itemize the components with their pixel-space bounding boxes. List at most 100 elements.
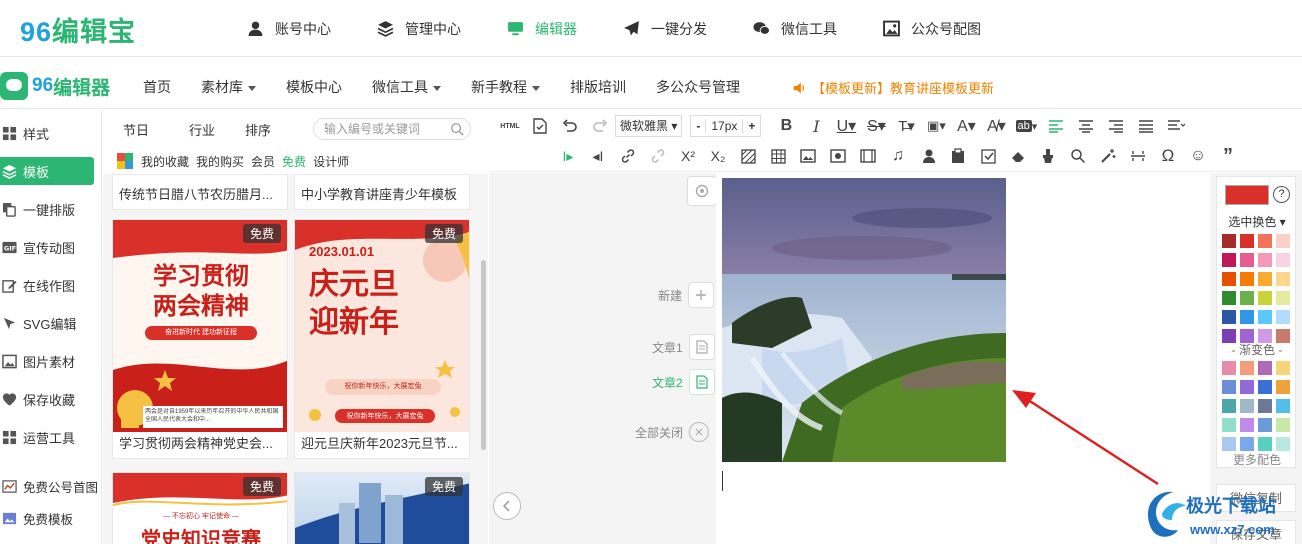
gradient-swatch[interactable] [1240, 399, 1254, 413]
nav-one-click-distribute[interactable]: 一键分发 [623, 0, 707, 57]
tab-sort[interactable]: 排序 [245, 120, 271, 139]
template-card[interactable]: — 不忘初心 牢记使命 — 党史知识竞赛 免费 [112, 472, 288, 544]
nav-official-account-images[interactable]: 公众号配图 [883, 0, 981, 57]
gradient-swatch[interactable] [1258, 380, 1272, 394]
menu-template-center[interactable]: 模板中心 [286, 77, 342, 97]
search-icon[interactable] [450, 122, 464, 136]
special-char-button[interactable]: Ω [1153, 144, 1183, 168]
collapse-panel-button[interactable] [493, 492, 521, 520]
align-center-button[interactable] [1071, 114, 1101, 138]
color-swatch[interactable] [1240, 253, 1254, 267]
sidebar-item-one-click-layout[interactable]: 一键排版 [0, 197, 102, 221]
color-swatch[interactable] [1276, 253, 1290, 267]
filter-my-favorites[interactable]: 我的收藏 [141, 153, 189, 170]
color-swatch[interactable] [1240, 291, 1254, 305]
gradient-swatch[interactable] [1276, 361, 1290, 375]
sidebar-item-svg-editor[interactable]: SVG编辑 [0, 311, 102, 335]
emoji-button[interactable]: ☺ [1183, 144, 1213, 168]
save-doc-button[interactable] [525, 114, 555, 138]
nav-management-center[interactable]: 管理中心 [377, 0, 461, 57]
tab-industry[interactable]: 行业 [189, 120, 215, 139]
template-search-input[interactable]: 输入编号或关键词 [313, 118, 471, 140]
color-swatch[interactable] [1222, 234, 1236, 248]
filter-free[interactable]: 免费 [282, 153, 306, 170]
gradient-swatch[interactable] [1222, 399, 1236, 413]
color-help-icon[interactable]: ? [1273, 186, 1290, 203]
filter-my-purchases[interactable]: 我的购买 [196, 153, 244, 170]
color-swatch[interactable] [1258, 291, 1272, 305]
color-swatch[interactable] [1240, 310, 1254, 324]
eraser-button[interactable] [1003, 144, 1033, 168]
brand-logo[interactable]: 96编辑宝 [20, 10, 136, 49]
color-swatch[interactable] [1240, 234, 1254, 248]
update-notice[interactable]: 【模板更新】教育讲座模板更新 [793, 78, 994, 97]
gradient-swatch[interactable] [1222, 418, 1236, 432]
sidebar-item-online-design[interactable]: 在线作图 [0, 273, 102, 297]
color-swatch[interactable] [1276, 272, 1290, 286]
gradient-swatch[interactable] [1240, 437, 1254, 451]
color-swatch[interactable] [1222, 272, 1236, 286]
link-button[interactable] [613, 144, 643, 168]
sidebar-item-free-cover[interactable]: 免费公号首图 [0, 474, 102, 498]
template-scrollbar[interactable] [481, 260, 486, 450]
tab-festival[interactable]: 节日 [123, 120, 149, 139]
text-background-button[interactable]: ab ▾ [1011, 114, 1041, 138]
menu-multi-account[interactable]: 多公众号管理 [656, 77, 740, 97]
gradient-swatch[interactable] [1258, 361, 1272, 375]
font-color-button[interactable]: A▾ [951, 114, 981, 138]
gradient-swatch[interactable] [1222, 380, 1236, 394]
sidebar-item-saved-favorites[interactable]: 保存收藏 [0, 387, 102, 411]
align-right-button[interactable] [1101, 114, 1131, 138]
font-family-select[interactable]: 微软雅黑 ▾ [615, 115, 683, 137]
sidebar-item-image-material[interactable]: 图片素材 [0, 349, 102, 373]
inserted-photo[interactable] [722, 178, 1006, 462]
sidebar-item-operation-tools[interactable]: 运营工具 [0, 425, 102, 449]
color-swatch[interactable] [1276, 310, 1290, 324]
insert-image-button[interactable] [793, 144, 823, 168]
superscript-button[interactable]: X² [673, 144, 703, 168]
sidebar-item-promo-gif[interactable]: GIF 宣传动图 [0, 235, 102, 259]
gradient-swatch[interactable] [1276, 380, 1290, 394]
html-source-button[interactable]: HTML [495, 114, 525, 138]
undo-button[interactable] [555, 114, 585, 138]
insert-user-button[interactable] [913, 144, 943, 168]
insert-video-button[interactable] [853, 144, 883, 168]
gradient-swatch[interactable] [1276, 418, 1290, 432]
texture-button[interactable] [733, 144, 763, 168]
gradient-swatch[interactable] [1240, 380, 1254, 394]
text-border-button[interactable]: ▣▾ [921, 114, 951, 138]
menu-beginner-tutorial[interactable]: 新手教程 [471, 77, 540, 97]
gradient-swatch[interactable] [1240, 361, 1254, 375]
template-card[interactable]: 学习贯彻 两会精神 奋进新时代 建功新征程 两会是对自1959年以来历年召开的中… [112, 219, 288, 459]
menu-home[interactable]: 首页 [143, 77, 171, 97]
gradient-swatch[interactable] [1276, 399, 1290, 413]
unlink-button[interactable] [643, 144, 673, 168]
font-size-increase[interactable]: + [742, 119, 760, 133]
sidebar-item-free-templates[interactable]: 免费模板 [0, 506, 102, 530]
divider-button[interactable] [1123, 144, 1153, 168]
sidebar-item-templates[interactable]: 模板 [0, 157, 94, 185]
template-card[interactable]: 2023.01.01 庆元旦 迎新年 祝你新年快乐，大展宏兔 祝你新年快乐，大展… [294, 219, 470, 459]
magic-wand-button[interactable] [1093, 144, 1123, 168]
color-swatch[interactable] [1222, 291, 1236, 305]
menu-layout-training[interactable]: 排版培训 [570, 77, 626, 97]
gradient-swatch[interactable] [1258, 399, 1272, 413]
font-size-decrease[interactable]: - [691, 119, 707, 133]
format-brush-button[interactable] [1033, 144, 1063, 168]
gradient-swatch[interactable] [1222, 361, 1236, 375]
nav-editor[interactable]: 编辑器 [507, 0, 577, 57]
clear-format-button[interactable]: T̶▾ [891, 114, 921, 138]
font-size-value[interactable]: 17px [706, 119, 742, 133]
gradient-swatch[interactable] [1240, 418, 1254, 432]
template-card[interactable]: 中小学教育讲座青少年模板 [294, 174, 470, 210]
nav-wechat-tools[interactable]: 微信工具 [753, 0, 837, 57]
current-color-swatch[interactable] [1225, 185, 1269, 205]
menu-wechat-tools[interactable]: 微信工具 [372, 77, 441, 97]
align-justify-button[interactable] [1131, 114, 1161, 138]
insert-gallery-button[interactable] [823, 144, 853, 168]
italic-button[interactable]: I [801, 114, 831, 138]
more-colors-link[interactable]: 更多配色 [1217, 451, 1297, 468]
color-swatch[interactable] [1258, 310, 1272, 324]
indent-button[interactable] [1161, 114, 1191, 138]
color-swatch[interactable] [1276, 234, 1290, 248]
